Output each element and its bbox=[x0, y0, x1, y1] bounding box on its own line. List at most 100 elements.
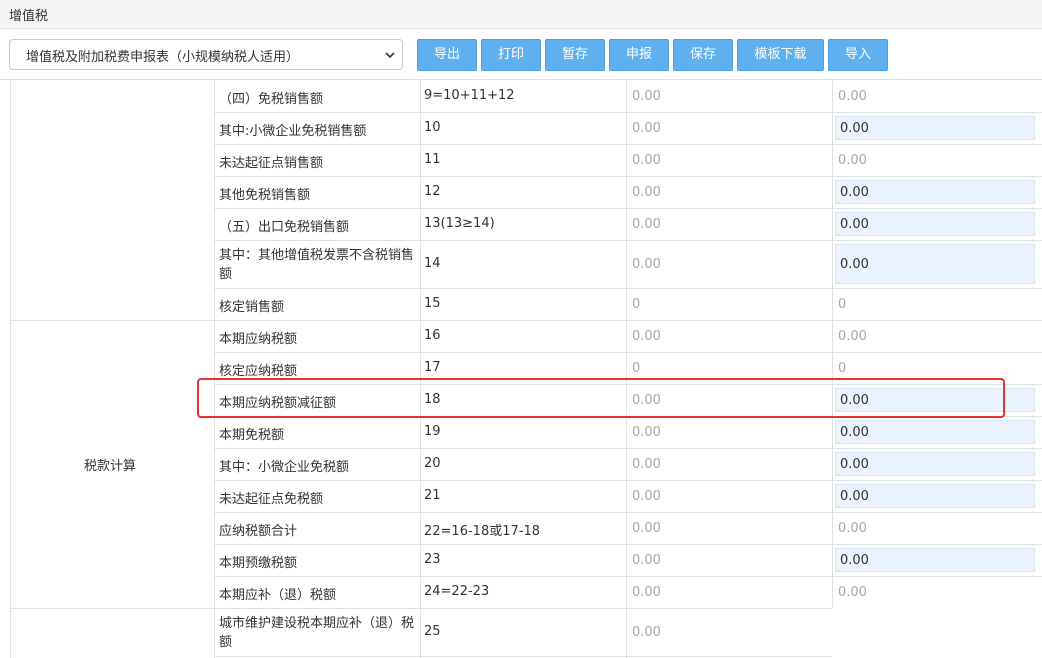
row-current-period-value: 0.00 bbox=[632, 217, 661, 232]
grid-line bbox=[214, 144, 1042, 145]
row-cumulative-input-value: 0.00 bbox=[840, 257, 869, 272]
row-cumulative-value: 0.00 bbox=[838, 329, 867, 344]
grid-line bbox=[214, 176, 1042, 177]
import-button[interactable]: 导入 bbox=[828, 39, 888, 71]
row-item-name: （四）免税销售额 bbox=[219, 92, 324, 107]
row-item-name: 核定销售额 bbox=[219, 300, 285, 315]
row-item-name: 其中：小微企业免税额 bbox=[219, 460, 350, 475]
row-cumulative-input[interactable]: 0.00 bbox=[835, 116, 1035, 140]
window-title-bar: 增值税 bbox=[0, 0, 1042, 29]
temp-save-button[interactable]: 暂存 bbox=[545, 39, 605, 71]
row-current-period-value: 0.00 bbox=[632, 553, 661, 568]
row-item-name: 核定应纳税额 bbox=[219, 364, 298, 379]
row-item-name: （五）出口免税销售额 bbox=[219, 220, 350, 235]
row-cumulative-value: 0.00 bbox=[838, 153, 867, 168]
row-item-name: 本期预缴税额 bbox=[219, 556, 298, 571]
grid-line bbox=[214, 448, 1042, 449]
row-cumulative-input[interactable]: 0.00 bbox=[835, 484, 1035, 508]
save-button[interactable]: 保存 bbox=[673, 39, 733, 71]
grid-line bbox=[10, 608, 832, 609]
row-cumulative-input-value: 0.00 bbox=[840, 121, 869, 136]
row-item-name: 其中:小微企业免税销售额 bbox=[219, 124, 367, 139]
row-item-name: 未达起征点销售额 bbox=[219, 156, 324, 171]
row-current-period-value: 0.00 bbox=[632, 489, 661, 504]
row-line-code: 24=22-23 bbox=[424, 584, 490, 599]
export-button[interactable]: 导出 bbox=[417, 39, 477, 71]
row-item-name: 其他免税销售额 bbox=[219, 188, 311, 203]
print-button[interactable]: 打印 bbox=[481, 39, 541, 71]
grid-line bbox=[10, 320, 1042, 321]
row-line-code: 15 bbox=[424, 296, 441, 311]
grid-line bbox=[214, 240, 1042, 241]
row-current-period-value: 0 bbox=[632, 361, 641, 376]
row-cumulative-input-value: 0.00 bbox=[840, 489, 869, 504]
row-cumulative-value: 0.00 bbox=[838, 89, 867, 104]
row-line-code: 11 bbox=[424, 152, 441, 167]
row-item-name: 应纳税额合计 bbox=[219, 524, 298, 539]
chevron-down-icon bbox=[385, 52, 395, 59]
declare-button[interactable]: 申报 bbox=[609, 39, 669, 71]
row-current-period-value: 0.00 bbox=[632, 257, 661, 272]
row-item-name: 本期应补（退）税额 bbox=[219, 588, 337, 603]
row-cumulative-input-value: 0.00 bbox=[840, 457, 869, 472]
grid-line bbox=[214, 576, 1042, 577]
row-item-name: 本期应纳税额 bbox=[219, 332, 298, 347]
category-label-tax-calculation: 税款计算 bbox=[84, 459, 137, 474]
row-line-code: 25 bbox=[424, 624, 441, 639]
row-line-code: 14 bbox=[424, 256, 441, 271]
row-cumulative-input[interactable]: 0.00 bbox=[835, 452, 1035, 476]
row-item-name: 城市维护建设税本期应补（退）税额 bbox=[219, 616, 415, 650]
highlight-box bbox=[197, 378, 1005, 418]
row-item-name: 本期免税额 bbox=[219, 428, 285, 443]
window-title: 增值税 bbox=[9, 9, 49, 24]
grid-line bbox=[214, 112, 1042, 113]
row-current-period-value: 0.00 bbox=[632, 585, 661, 600]
row-cumulative-input-value: 0.00 bbox=[840, 425, 869, 440]
grid-line bbox=[214, 288, 1042, 289]
row-line-code: 19 bbox=[424, 424, 441, 439]
template-download-button[interactable]: 模板下载 bbox=[737, 39, 824, 71]
grid-line bbox=[832, 80, 833, 608]
row-current-period-value: 0.00 bbox=[632, 425, 661, 440]
grid-line bbox=[420, 80, 421, 658]
tax-table: （四）免税销售额 9=10+11+12 0.00 0.00 其中:小微企业免税销售额 10… bbox=[10, 80, 1042, 658]
row-cumulative-input[interactable]: 0.00 bbox=[835, 244, 1035, 284]
row-cumulative-input-value: 0.00 bbox=[840, 217, 869, 232]
row-cumulative-input-value: 0.00 bbox=[840, 553, 869, 568]
grid-line bbox=[214, 512, 1042, 513]
row-line-code: 9=10+11+12 bbox=[424, 88, 515, 103]
row-cumulative-value: 0 bbox=[838, 361, 847, 376]
row-line-code: 22=16-18或17-18 bbox=[424, 524, 540, 539]
grid-line bbox=[214, 208, 1042, 209]
form-type-select-value: 增值税及附加税费申报表（小规模纳税人适用） bbox=[26, 50, 300, 65]
grid-line bbox=[214, 352, 1042, 353]
row-line-code: 23 bbox=[424, 552, 441, 567]
row-current-period-value: 0.00 bbox=[632, 89, 661, 104]
grid-line bbox=[214, 544, 1042, 545]
row-cumulative-input-value: 0.00 bbox=[840, 185, 869, 200]
grid-line bbox=[214, 480, 1042, 481]
row-cumulative-value: 0.00 bbox=[838, 521, 867, 536]
row-current-period-value: 0.00 bbox=[632, 457, 661, 472]
row-current-period-value: 0.00 bbox=[632, 521, 661, 536]
row-current-period-value: 0.00 bbox=[632, 185, 661, 200]
row-cumulative-value: 0.00 bbox=[838, 585, 867, 600]
row-line-code: 10 bbox=[424, 120, 441, 135]
row-line-code: 21 bbox=[424, 488, 441, 503]
row-cumulative-input[interactable]: 0.00 bbox=[835, 180, 1035, 204]
toolbar: 增值税及附加税费申报表（小规模纳税人适用） 导出 打印 暂存 申报 保存 模板下… bbox=[0, 30, 1042, 80]
row-line-code: 12 bbox=[424, 184, 441, 199]
row-cumulative-value: 0 bbox=[838, 297, 847, 312]
row-item-name: 未达起征点免税额 bbox=[219, 492, 324, 507]
row-line-code: 20 bbox=[424, 456, 441, 471]
row-cumulative-input[interactable]: 0.00 bbox=[835, 548, 1035, 572]
grid-line bbox=[626, 80, 627, 658]
row-current-period-value: 0.00 bbox=[632, 329, 661, 344]
row-current-period-value: 0.00 bbox=[632, 153, 661, 168]
row-cumulative-input[interactable]: 0.00 bbox=[835, 420, 1035, 444]
row-line-code: 16 bbox=[424, 328, 441, 343]
row-current-period-value: 0.00 bbox=[632, 625, 661, 640]
form-type-select[interactable]: 增值税及附加税费申报表（小规模纳税人适用） bbox=[9, 39, 403, 70]
row-current-period-value: 0 bbox=[632, 297, 641, 312]
row-cumulative-input[interactable]: 0.00 bbox=[835, 212, 1035, 236]
